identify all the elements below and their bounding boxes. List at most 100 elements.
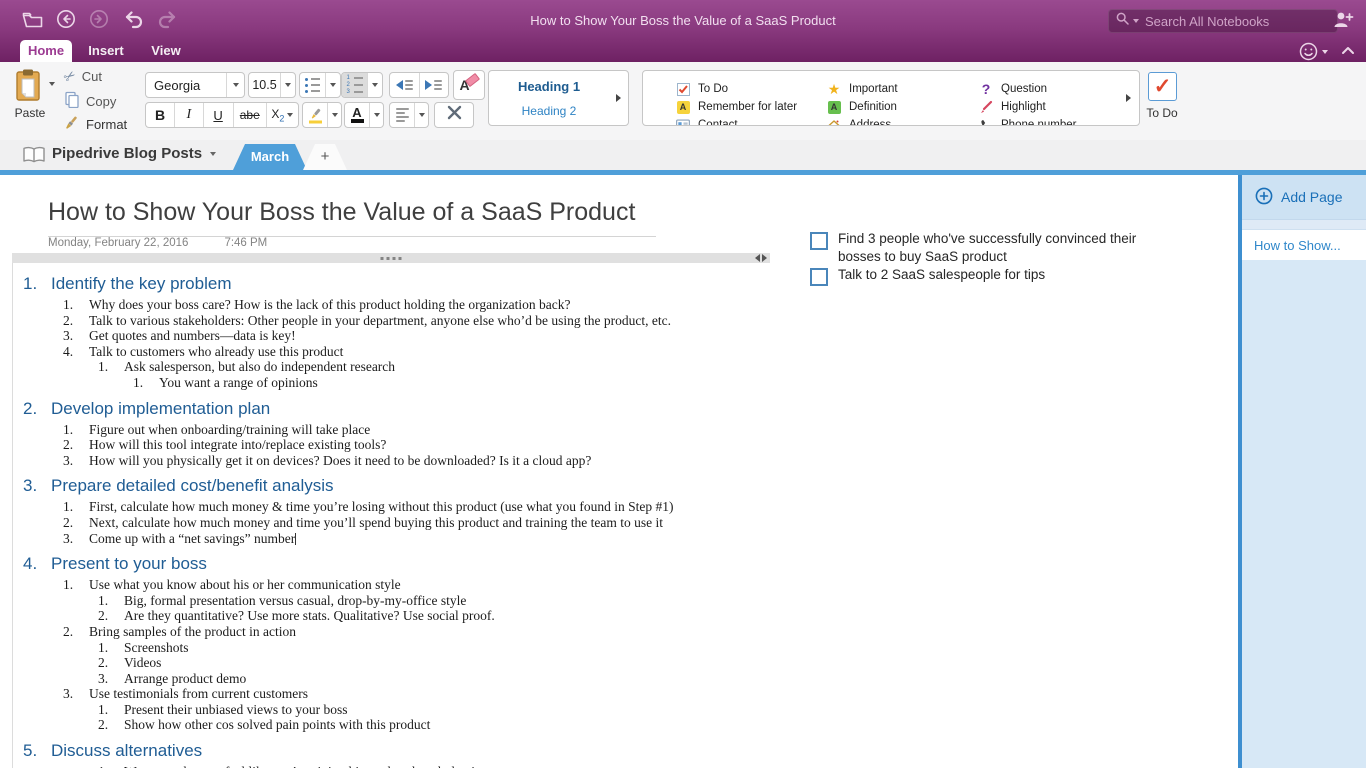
todo-item[interactable]: Find 3 people who've successfully convin… (810, 230, 1140, 265)
outline-item[interactable]: 1. You want a range of opinions (133, 375, 770, 391)
tag-important[interactable]: ★ Important (827, 81, 898, 97)
bullets-caret-icon[interactable] (325, 73, 339, 97)
font-name-select[interactable]: Georgia (145, 72, 245, 98)
outline-item[interactable]: 1. Big, formal presentation versus casual… (98, 593, 770, 609)
tag-todo[interactable]: To Do (676, 82, 728, 96)
share-add-person-icon[interactable] (1332, 10, 1354, 34)
tag-phone[interactable]: Phone number (979, 118, 1076, 125)
tab-home[interactable]: Home (20, 40, 72, 62)
outline-item[interactable]: 3. Arrange product demo (98, 671, 770, 687)
style-heading1[interactable]: Heading 1 (489, 79, 609, 94)
drag-dots-icon (380, 256, 402, 260)
outline-section-title: Develop implementation plan (51, 398, 271, 418)
page-canvas[interactable]: How to Show Your Boss the Value of a Saa… (0, 175, 1238, 768)
outline-item[interactable]: 1. First, calculate how much money & time… (63, 499, 770, 515)
highlight-button[interactable] (302, 102, 342, 128)
paragraph-alignment-button[interactable] (389, 102, 429, 128)
format-painter-button[interactable]: Format (62, 114, 127, 135)
outline-item[interactable]: 1. Ask salesperson, but also do independe… (98, 359, 770, 375)
font-color-button[interactable]: A (344, 102, 384, 128)
add-page-button[interactable]: Add Page (1242, 175, 1366, 220)
bullets-button[interactable] (299, 72, 341, 98)
outline-item[interactable]: 2. Talk to various stakeholders: Other pe… (63, 313, 770, 329)
notebook-switcher[interactable]: Pipedrive Blog Posts (52, 145, 217, 162)
search-input[interactable] (1143, 12, 1307, 30)
outline-item[interactable]: 2. Bring samples of the product in action (63, 624, 770, 640)
font-color-caret-icon[interactable] (369, 103, 383, 127)
todo-checkbox[interactable] (810, 232, 828, 250)
outline-item[interactable]: 2. Videos (98, 655, 770, 671)
note-container[interactable]: 1. Identify the key problem 1. Why does you… (12, 253, 770, 768)
tag-address[interactable]: Address (827, 118, 891, 125)
outline-section-heading[interactable]: 2. Develop implementation plan (13, 398, 770, 419)
numbering-caret-icon[interactable] (367, 73, 381, 97)
note-container-move-handle[interactable] (12, 253, 770, 263)
tab-insert[interactable]: Insert (80, 40, 132, 62)
section-tab-march[interactable]: March (233, 144, 307, 170)
outline-section-heading[interactable]: 4. Present to your boss (13, 553, 770, 574)
outline-item[interactable]: 3. Get quotes and numbers—data is key! (63, 328, 770, 344)
outline-item[interactable]: 1.Want your boss to feel like you’re giv… (98, 764, 770, 768)
outline-resize-handle[interactable] (755, 254, 767, 262)
outline-item[interactable]: 1. Present their unbiased views to your b… (98, 702, 770, 718)
tag-definition[interactable]: A Definition (827, 100, 897, 114)
outline-item[interactable]: 2. Next, calculate how much money and tim… (63, 515, 770, 531)
italic-button[interactable]: I (174, 103, 202, 127)
tag-remember[interactable]: A Remember for later (676, 100, 797, 114)
outline-item[interactable]: 2. Are they quantitative? Use more stats.… (98, 608, 770, 624)
paste-clipboard-icon[interactable] (12, 68, 44, 107)
numbering-button[interactable]: 1 2 3 (341, 72, 383, 98)
copy-button[interactable]: Copy (64, 91, 116, 111)
page-list-item-selected[interactable]: How to Show... (1242, 230, 1366, 260)
cut-button[interactable]: ✂ Cut (60, 66, 102, 86)
page-title[interactable]: How to Show Your Boss the Value of a Saa… (48, 198, 656, 237)
highlight-caret-icon[interactable] (327, 103, 341, 127)
outline-item[interactable]: 1. Why does your boss care? How is the la… (63, 297, 770, 313)
bulleted-list-icon (305, 77, 320, 93)
outline-item[interactable]: 2. How will this tool integrate into/repl… (63, 437, 770, 453)
todo-checkbox[interactable] (810, 268, 828, 286)
feedback-smiley-icon[interactable] (1299, 42, 1328, 61)
bold-button[interactable]: B (146, 103, 174, 127)
outline-item[interactable]: 1. Figure out when onboarding/training wi… (63, 422, 770, 438)
underline-button[interactable]: U (202, 103, 233, 127)
search-box[interactable] (1108, 9, 1338, 33)
subscript-caret-icon[interactable] (287, 113, 294, 117)
font-size-select[interactable]: 10.5 (248, 72, 296, 98)
outline-section-heading[interactable]: 3. Prepare detailed cost/benefit analysis (13, 475, 770, 496)
todo-item[interactable]: Talk to 2 SaaS salespeople for tips (810, 266, 1140, 286)
search-scope-caret-icon[interactable] (1133, 19, 1139, 23)
outline-section-heading[interactable]: 5. Discuss alternatives (13, 740, 770, 761)
outline-item[interactable]: 1. Use what you know about his or her com… (63, 577, 770, 593)
tab-view[interactable]: View (144, 40, 188, 62)
outline-item[interactable]: 2. Show how other cos solved pain points … (98, 717, 770, 733)
indent-button[interactable] (418, 73, 449, 97)
strikethrough-button[interactable]: abe (232, 103, 266, 127)
tags-expand-icon[interactable] (1126, 94, 1131, 102)
outline-item[interactable]: 3. How will you physically get it on devi… (63, 453, 770, 469)
outline-item[interactable]: 3. Use testimonials from current customer… (63, 686, 770, 702)
outline-section-heading[interactable]: 1. Identify the key problem (13, 273, 770, 294)
todo-tag-button[interactable]: ✓ (1148, 72, 1177, 101)
address-home-icon (827, 118, 841, 125)
style-heading2[interactable]: Heading 2 (489, 104, 609, 118)
delete-button[interactable] (434, 102, 474, 128)
paste-button[interactable]: Paste (4, 106, 56, 120)
add-section-tab[interactable]: + (303, 144, 347, 170)
styles-expand-icon[interactable] (616, 94, 621, 102)
outline-item[interactable]: 1. Screenshots (98, 640, 770, 656)
clear-formatting-button[interactable]: A (453, 70, 485, 100)
outline-item[interactable]: 3. Come up with a “net savings” number (63, 531, 770, 547)
paste-dropdown-caret-icon[interactable] (49, 82, 55, 86)
tag-contact[interactable]: Contact (676, 118, 738, 125)
font-size-caret-icon[interactable] (280, 73, 295, 97)
collapse-ribbon-icon[interactable] (1340, 43, 1356, 61)
alignment-caret-icon[interactable] (414, 103, 428, 127)
tag-question[interactable]: ? Question (979, 81, 1047, 97)
outdent-button[interactable] (390, 73, 419, 97)
outline-item[interactable]: 4. Talk to customers who already use this… (63, 344, 770, 360)
side-note-container[interactable]: Find 3 people who've successfully convin… (810, 230, 1140, 287)
font-name-caret-icon[interactable] (226, 73, 244, 97)
tag-highlight[interactable]: Highlight (979, 100, 1046, 114)
subscript-button[interactable]: X2 (265, 103, 298, 127)
